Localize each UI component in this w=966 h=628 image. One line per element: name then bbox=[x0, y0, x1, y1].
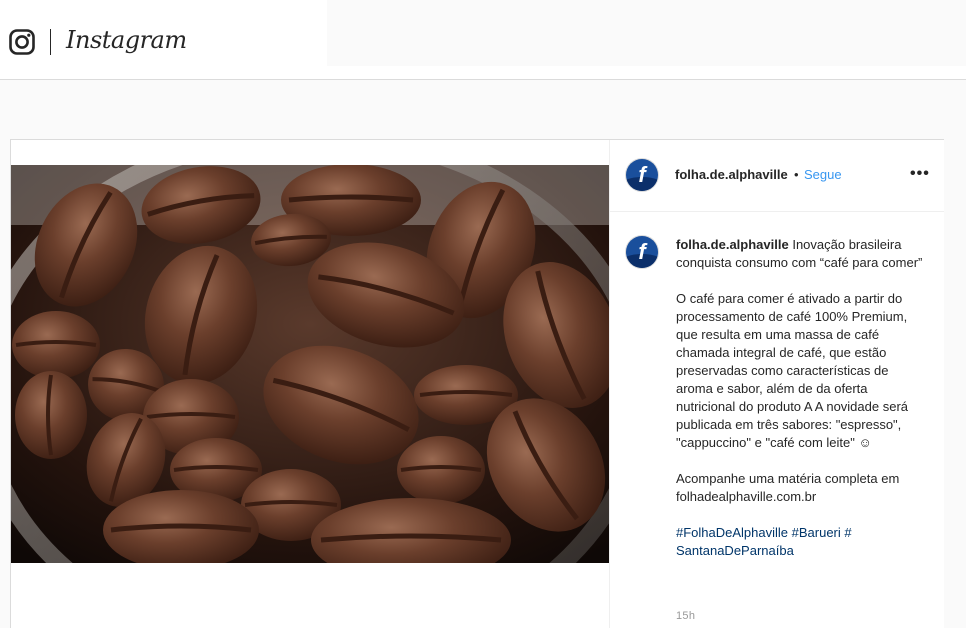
caption-text: folha.de.alphaville Inovação brasileira … bbox=[676, 236, 926, 578]
avatar-logo-letter: f bbox=[638, 239, 646, 264]
avatar-logo-letter: f bbox=[638, 162, 646, 187]
header-separator: • bbox=[794, 167, 799, 182]
logo-divider bbox=[50, 29, 51, 55]
post-timestamp[interactable]: 15h bbox=[676, 610, 695, 622]
topbar-strip bbox=[327, 0, 966, 66]
author-avatar[interactable]: f bbox=[626, 159, 658, 191]
post-header: f folha.de.alphaville • Segue ••• bbox=[610, 140, 944, 212]
caption-cta: Acompanhe uma matéria completa em folhad… bbox=[676, 471, 900, 504]
more-options-icon[interactable]: ••• bbox=[910, 166, 930, 183]
top-navigation-bar: Instagram bbox=[0, 0, 966, 80]
follow-status-button[interactable]: Segue bbox=[804, 167, 842, 182]
caption-headline-paragraph: folha.de.alphaville Inovação brasileira … bbox=[676, 236, 926, 272]
caption-avatar[interactable]: f bbox=[626, 236, 658, 268]
instagram-wordmark[interactable]: Instagram bbox=[66, 26, 187, 54]
caption-hashtags[interactable]: #FolhaDeAlphaville #Barueri # SantanaDeP… bbox=[676, 524, 926, 560]
post-photo[interactable] bbox=[11, 165, 609, 563]
caption-username[interactable]: folha.de.alphaville bbox=[676, 237, 789, 252]
instagram-glyph-icon[interactable] bbox=[9, 29, 35, 55]
chocolate-coffee-beans-photo bbox=[11, 165, 609, 563]
post-sidebar: f folha.de.alphaville • Segue ••• f folh… bbox=[609, 140, 944, 628]
author-username[interactable]: folha.de.alphaville bbox=[675, 167, 788, 182]
caption-body: O café para comer é ativado a partir do … bbox=[676, 291, 909, 450]
